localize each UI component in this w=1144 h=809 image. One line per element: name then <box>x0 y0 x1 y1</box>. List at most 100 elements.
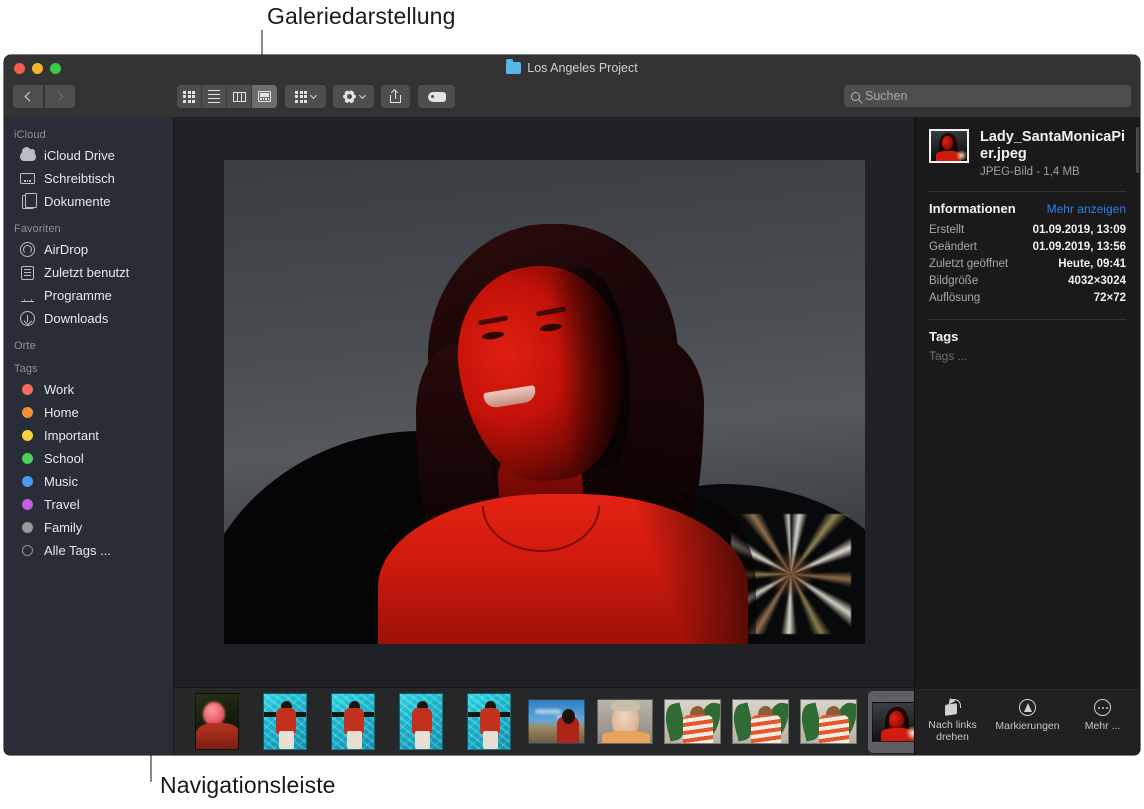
metadata-key: Geändert <box>929 241 977 253</box>
column-view-button[interactable] <box>227 85 252 108</box>
thumb-pool-2[interactable] <box>324 691 381 753</box>
thumb-pool-3[interactable] <box>392 691 449 753</box>
thumbnail-image <box>399 693 443 750</box>
applications-icon <box>19 287 36 304</box>
sidebar-item-label: School <box>44 451 84 466</box>
sidebar-item-label: Important <box>44 428 99 443</box>
thumb-stripes-2[interactable] <box>732 691 789 753</box>
thumb-stripes-3[interactable] <box>800 691 857 753</box>
sidebar-item-alle-tags[interactable]: Alle Tags ... <box>4 539 173 562</box>
tag-dot-icon <box>19 381 36 398</box>
sidebar-item-tag-home[interactable]: Home <box>4 401 173 424</box>
metadata-row: Erstellt 01.09.2019, 13:09 <box>929 221 1126 238</box>
sidebar-item-icloud-drive[interactable]: iCloud Drive <box>4 144 173 167</box>
sidebar-item-label: Travel <box>44 497 80 512</box>
metadata-value: 01.09.2019, 13:56 <box>1033 241 1126 253</box>
tag-dot-icon <box>19 450 36 467</box>
tag-outline-icon <box>19 542 36 559</box>
thumbnail-image <box>664 699 721 744</box>
thumb-stripes-1[interactable] <box>664 691 721 753</box>
navigation-filmstrip[interactable] <box>174 687 914 755</box>
sidebar-item-tag-important[interactable]: Important <box>4 424 173 447</box>
sidebar-item-programme[interactable]: Programme <box>4 284 173 307</box>
finder-window: Los Angeles Project <box>4 55 1140 755</box>
edit-tags-button[interactable] <box>418 85 455 108</box>
divider <box>929 319 1126 320</box>
scrollbar[interactable] <box>1136 127 1139 173</box>
tag-icon <box>428 92 446 102</box>
search-field[interactable]: Suchen <box>844 85 1131 107</box>
sidebar-item-label: iCloud Drive <box>44 148 115 163</box>
sidebar-item-airdrop[interactable]: AirDrop <box>4 238 173 261</box>
sidebar-item-tag-music[interactable]: Music <box>4 470 173 493</box>
group-by-button[interactable] <box>285 85 326 108</box>
show-more-link[interactable]: Mehr anzeigen <box>1047 202 1126 216</box>
sidebar[interactable]: iCloud iCloud Drive Schreibtisch Dokumen… <box>4 117 174 755</box>
sidebar-item-label: Family <box>44 520 82 535</box>
file-kind: JPEG-Bild - 1,4 MB <box>980 166 1126 178</box>
tags-input[interactable]: Tags ... <box>929 349 1126 363</box>
downloads-icon <box>19 310 36 327</box>
share-icon <box>390 90 401 103</box>
thumbnail-image <box>732 699 789 744</box>
metadata-row: Zuletzt geöffnet Heute, 09:41 <box>929 255 1126 272</box>
metadata-row: Bildgröße 4032×3024 <box>929 272 1126 289</box>
sidebar-item-downloads[interactable]: Downloads <box>4 307 173 330</box>
rotate-left-button[interactable]: Nach links drehen <box>918 699 988 743</box>
sidebar-item-zuletzt-benutzt[interactable]: Zuletzt benutzt <box>4 261 173 284</box>
icon-view-button[interactable] <box>177 85 202 108</box>
markup-button[interactable]: Markierungen <box>993 699 1063 732</box>
metadata-value: 72×72 <box>1094 292 1126 304</box>
file-preview-thumbnail <box>929 129 969 163</box>
list-icon <box>208 90 220 104</box>
thumb-portrait-sky[interactable] <box>528 691 585 753</box>
preview-image[interactable] <box>224 160 865 644</box>
thumbnail-image <box>597 699 653 744</box>
file-header: Lady_SantaMonicaPier.jpeg JPEG-Bild - 1,… <box>929 129 1126 178</box>
grid-icon <box>183 91 195 103</box>
sidebar-item-schreibtisch[interactable]: Schreibtisch <box>4 167 173 190</box>
back-button[interactable] <box>13 85 43 108</box>
desktop-icon <box>19 170 36 187</box>
list-view-button[interactable] <box>202 85 227 108</box>
sidebar-item-label: Programme <box>44 288 112 303</box>
more-button[interactable]: Mehr ... <box>1068 699 1138 732</box>
sidebar-item-tag-family[interactable]: Family <box>4 516 173 539</box>
thumb-portrait-face[interactable] <box>596 691 653 753</box>
tag-dot-icon <box>19 496 36 513</box>
window-title-text: Los Angeles Project <box>527 61 638 75</box>
metadata-list: Erstellt 01.09.2019, 13:09 Geändert 01.0… <box>929 221 1126 306</box>
gallery-icon <box>258 91 271 102</box>
rotate-left-icon <box>944 699 961 715</box>
metadata-key: Auflösung <box>929 292 980 304</box>
thumb-pool-4[interactable] <box>460 691 517 753</box>
search-icon <box>851 92 860 101</box>
forward-button[interactable] <box>45 85 75 108</box>
airdrop-icon <box>19 241 36 258</box>
folder-icon <box>506 62 521 74</box>
information-title: Informationen <box>929 201 1016 216</box>
window-title: Los Angeles Project <box>4 55 1140 80</box>
photo-shadow <box>606 494 756 644</box>
action-menu-button[interactable] <box>333 85 374 108</box>
sidebar-section-orte: Orte <box>4 330 173 355</box>
gallery-content-area <box>174 117 914 755</box>
sidebar-item-tag-school[interactable]: School <box>4 447 173 470</box>
gallery-view-button[interactable] <box>252 85 277 108</box>
preview-stage <box>174 117 914 687</box>
share-button[interactable] <box>381 85 410 108</box>
thumb-balloon[interactable] <box>188 691 245 753</box>
sidebar-item-tag-work[interactable]: Work <box>4 378 173 401</box>
sidebar-item-tag-travel[interactable]: Travel <box>4 493 173 516</box>
sidebar-item-label: Work <box>44 382 74 397</box>
thumbnail-image <box>263 693 307 750</box>
sidebar-item-dokumente[interactable]: Dokumente <box>4 190 173 213</box>
tag-dot-icon <box>19 427 36 444</box>
metadata-key: Erstellt <box>929 224 964 236</box>
metadata-row: Auflösung 72×72 <box>929 289 1126 306</box>
thumb-pool-1[interactable] <box>256 691 313 753</box>
thumb-lady-santa-monica[interactable] <box>868 691 914 753</box>
action-label: Mehr ... <box>1085 720 1121 732</box>
action-label: Markierungen <box>995 720 1059 732</box>
more-icon <box>1094 699 1111 716</box>
